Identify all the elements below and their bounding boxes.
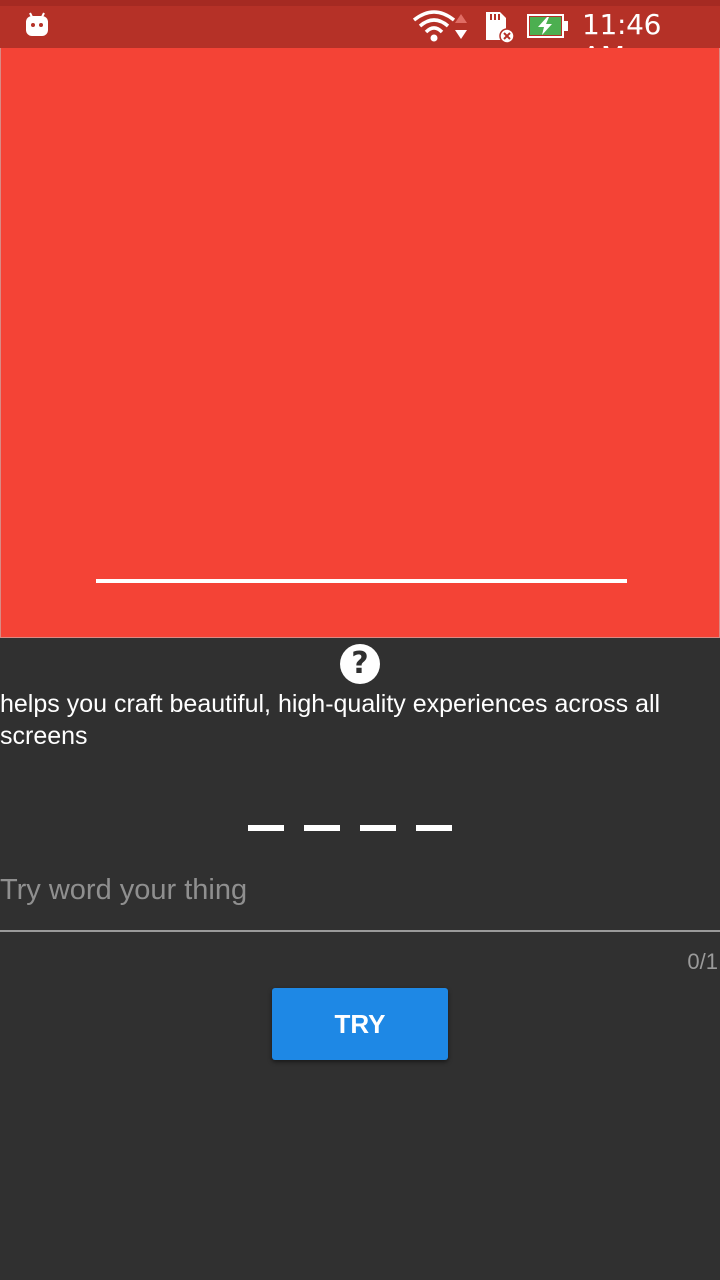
word-input[interactable] bbox=[0, 866, 720, 914]
android-robot-icon bbox=[26, 12, 48, 36]
sd-card-icon bbox=[486, 12, 515, 44]
status-time: 11:46 AM bbox=[582, 8, 662, 73]
game-canvas bbox=[0, 48, 720, 638]
input-underline bbox=[0, 930, 720, 932]
word-blanks bbox=[248, 825, 458, 831]
char-counter: 0/1 bbox=[687, 949, 718, 974]
ground-line bbox=[96, 579, 627, 583]
letter-blank bbox=[416, 825, 452, 831]
try-button[interactable]: TRY bbox=[272, 988, 448, 1060]
status-bar: 11:46 AM bbox=[0, 0, 720, 73]
wifi-icon bbox=[412, 10, 456, 42]
letter-blank bbox=[248, 825, 284, 831]
letter-blank bbox=[304, 825, 340, 831]
question-mark-icon[interactable]: ? bbox=[340, 644, 380, 684]
letter-blank bbox=[360, 825, 396, 831]
battery-charging-icon bbox=[527, 14, 568, 38]
data-activity-icon bbox=[455, 14, 467, 39]
hint-text: helps you craft beautiful, high-quality … bbox=[0, 690, 661, 750]
